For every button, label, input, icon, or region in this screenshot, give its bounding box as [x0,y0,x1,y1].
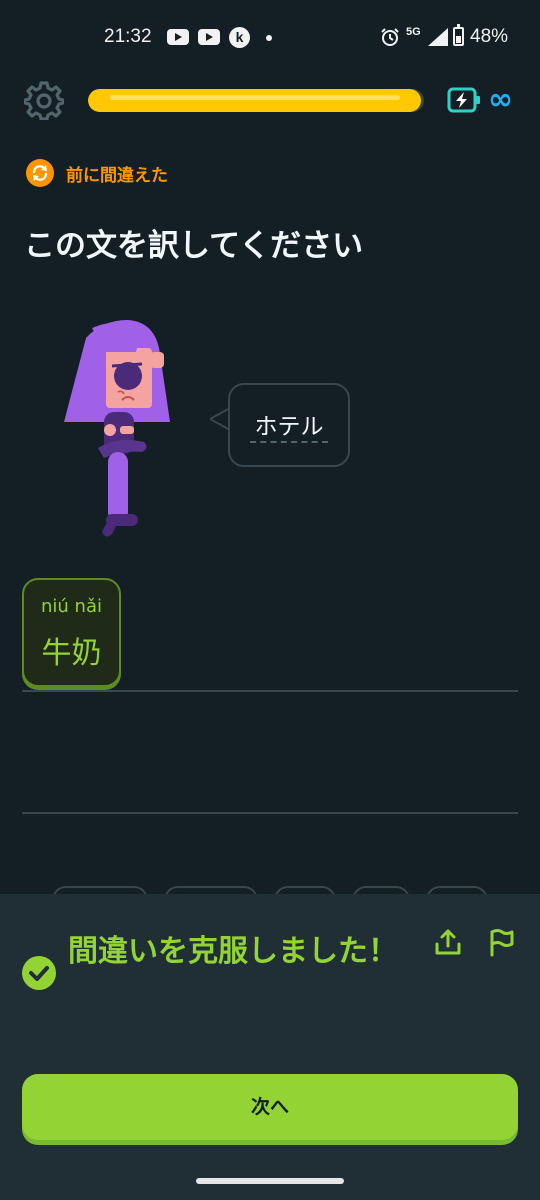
tile-pinyin: niú nǎi [41,596,102,617]
lesson-progress-bar [88,89,424,112]
k-app-icon: k [229,27,250,48]
answer-line [22,812,518,814]
unlimited-hearts[interactable]: ∞ [488,84,513,116]
bubble-text[interactable]: ホテル [230,407,348,441]
previous-mistake-tag: 前に間違えた [26,158,168,188]
battery-icon [453,24,464,46]
share-icon[interactable] [432,926,464,958]
answer-word-tile[interactable]: niú nǎi 牛奶 [22,578,121,687]
battery-percent: 48% [470,26,509,47]
check-icon [22,956,56,990]
progress-shine [110,95,400,100]
flag-icon[interactable] [486,926,518,958]
refresh-icon [26,159,54,187]
result-title: 間違いを克服しました！ [68,934,398,969]
signal-icon [428,28,448,46]
challenge-prompt: この文を訳してください [24,228,364,264]
notification-dot-icon [266,35,272,41]
status-time: 21:32 [104,26,152,47]
hint-underline [250,441,328,443]
gear-icon[interactable] [24,80,64,120]
mistake-label: 前に間違えた [66,165,168,186]
progress-fill [88,89,421,112]
youtube-icon [167,29,189,45]
youtube-icon [198,29,220,45]
answer-line [22,690,518,692]
network-type: 5G [406,26,421,38]
battery-bolt-icon[interactable] [447,87,481,113]
speech-bubble[interactable]: ホテル [228,383,350,467]
next-button[interactable]: 次へ [22,1074,518,1140]
tile-hanzi: 牛奶 [41,636,102,671]
alarm-icon [381,28,399,46]
home-indicator[interactable] [196,1178,344,1184]
character-illustration [64,320,170,537]
status-bar: 21:32 k 5G 48% [0,0,540,76]
